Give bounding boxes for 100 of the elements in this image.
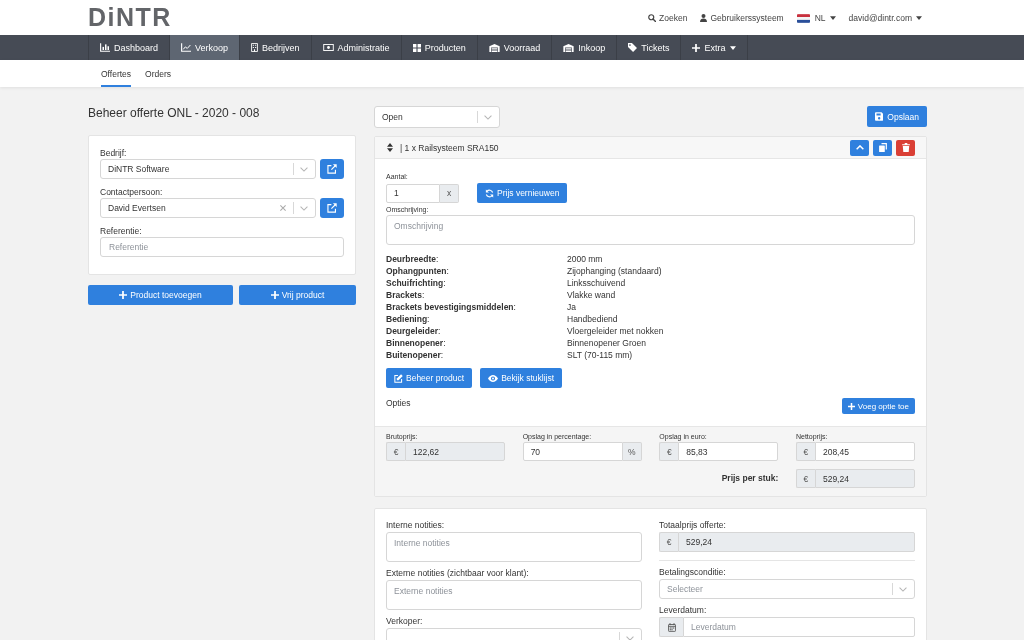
banknote-icon (322, 44, 334, 51)
currency-addon: € (659, 442, 679, 461)
price-field[interactable]: 208,45 (814, 442, 915, 461)
add-product-button[interactable]: Product toevoegen (88, 285, 233, 305)
select-field[interactable]: David Evertsen (100, 198, 316, 218)
spec-label: Bediening: (386, 313, 431, 325)
flag-icon (796, 13, 810, 23)
text-field[interactable]: Referentie (100, 237, 344, 257)
logo[interactable]: DiNTR (88, 5, 172, 30)
description-textarea[interactable]: Omschrijving (386, 215, 915, 245)
search-link[interactable]: Zoeken (648, 13, 688, 23)
currency-addon: € (386, 442, 405, 461)
spec-value: Handbediend (567, 313, 618, 325)
add-option-button[interactable]: Voeg optie toe (841, 398, 915, 414)
save-icon (875, 112, 884, 121)
copy-icon (878, 143, 887, 152)
spec-label: Deurgeleider: (386, 325, 442, 337)
delete-button[interactable] (896, 139, 915, 156)
currency-addon: € (659, 532, 678, 552)
field-label: Leverdatum: (659, 604, 708, 616)
eye-icon (488, 374, 499, 382)
product-title: | 1 x Railsysteem SRA150 (400, 142, 499, 153)
clear-icon[interactable] (280, 205, 286, 211)
external-link-icon (327, 164, 337, 174)
trash-icon (901, 143, 910, 152)
spec-label: Schuifrichting: (386, 277, 447, 289)
notes-textarea[interactable]: Interne notities (386, 532, 642, 562)
spec-label: Binnenopener: (386, 337, 447, 349)
collapse-button[interactable] (850, 139, 869, 156)
quantity-field[interactable]: 1 (386, 183, 440, 203)
options-label: Opties (386, 397, 411, 409)
user-icon (700, 14, 708, 22)
price-field[interactable]: 70 (522, 442, 623, 461)
user-menu-link[interactable]: Gebruikerssysteem (700, 13, 784, 23)
view-parts-list-button[interactable]: Bekijk stuklijst (480, 368, 563, 388)
sort-icon[interactable] (387, 143, 393, 152)
notes-textarea[interactable]: Externe notities (386, 580, 642, 610)
spec-value: Binnenopener Groen (567, 337, 646, 349)
nav-tab[interactable]: Verkoop (170, 35, 241, 60)
spec-value: Vlakke wand (567, 289, 616, 301)
field-label: Betalingsconditie: (659, 566, 727, 578)
spec-label: Ophangpunten: (386, 265, 450, 277)
unit-price-label: Prijs per stuk: (721, 472, 779, 485)
page-title: Beheer offerte ONL - 2020 - 008 (88, 105, 261, 121)
free-product-button[interactable]: Vrij product (239, 285, 356, 305)
chevron-down-icon (626, 635, 634, 640)
field-label: Contactpersoon: (100, 186, 164, 198)
search-icon (648, 14, 657, 22)
status-select[interactable]: Open (374, 106, 500, 128)
spec-value: SLT (70-115 mm) (567, 349, 633, 361)
spec-label: Deurbreedte: (386, 253, 440, 265)
open-link-button[interactable] (320, 159, 344, 179)
plus-icon (847, 402, 855, 410)
spec-value: Linksschuivend (567, 277, 626, 289)
chevron-down-icon (484, 114, 492, 120)
warehouse-icon (488, 43, 500, 52)
calendar-icon (667, 622, 676, 632)
subnav-tab[interactable]: Orders (145, 60, 172, 87)
currency-addon: € (795, 469, 815, 488)
subnav-tab[interactable]: Offertes (101, 60, 132, 87)
spec-label: Buitenopener: (386, 349, 445, 361)
grid-icon (412, 43, 421, 52)
building-icon (251, 43, 259, 52)
field-label: Verkoper: (386, 615, 424, 627)
language-dropdown[interactable]: NL (796, 13, 836, 23)
plus-icon (692, 43, 701, 52)
manage-product-button[interactable]: Beheer product (386, 368, 473, 388)
select-field[interactable]: DiNTR Software (100, 159, 316, 179)
chevron-down-icon (300, 166, 308, 172)
chevron-down-icon (899, 586, 907, 592)
chevron-down-icon (300, 205, 308, 211)
save-button[interactable]: Opslaan (867, 106, 927, 127)
date-field[interactable]: Leverdatum (683, 617, 915, 637)
external-link-icon (327, 203, 337, 213)
edit-icon (394, 373, 403, 383)
input-addon: x (440, 183, 459, 203)
field-label: Externe notities (zichtbaar voor klant): (386, 567, 530, 579)
open-link-button[interactable] (320, 198, 344, 218)
refresh-price-button[interactable]: Prijs vernieuwen (477, 183, 568, 203)
plus-icon (270, 291, 279, 299)
price-field[interactable]: 85,83 (678, 442, 779, 461)
tag-icon (628, 43, 638, 52)
refresh-icon (485, 188, 494, 198)
field-label: Interne notities: (386, 519, 446, 531)
spec-value: Ja (567, 301, 576, 313)
field-label: Totaalprijs offerte: (659, 519, 727, 531)
line-chart-icon (181, 43, 192, 52)
plus-icon (119, 291, 128, 299)
spec-value: Vloergeleider met nokken (567, 325, 664, 337)
calendar-addon[interactable] (659, 617, 683, 637)
account-dropdown[interactable]: david@dintr.com (848, 13, 922, 23)
currency-addon: € (795, 442, 815, 461)
bar-chart-icon (100, 43, 110, 52)
warehouse-icon (563, 43, 575, 52)
chevron-up-icon (855, 145, 864, 150)
spec-value: 2000 mm (567, 253, 603, 265)
field-label: Referentie: (100, 225, 143, 237)
duplicate-button[interactable] (873, 139, 892, 156)
spec-label: Brackets bevestigingsmiddelen: (386, 301, 517, 313)
field-label: Bedrijf: (100, 147, 128, 159)
